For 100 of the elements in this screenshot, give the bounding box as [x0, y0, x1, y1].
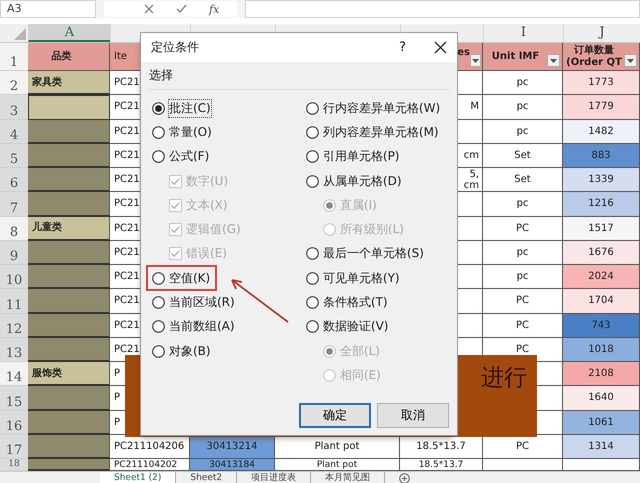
radio-button[interactable] — [306, 102, 319, 115]
filter-button[interactable] — [624, 54, 637, 67]
banner-text: 进行 — [481, 365, 527, 391]
table-cell: pc — [483, 265, 563, 290]
table-cell: pc — [483, 95, 563, 120]
dialog-title: 定位条件 — [151, 39, 200, 56]
table-cell: 儿童类 — [28, 216, 110, 241]
sheet-tab[interactable]: Sheet2 — [176, 472, 238, 483]
radio-button[interactable] — [306, 126, 319, 139]
column-header[interactable]: A — [28, 24, 110, 42]
filter-button[interactable] — [547, 54, 560, 67]
column-title: Unit IMF — [492, 50, 540, 62]
row-header[interactable]: 13 — [0, 338, 28, 362]
row-header[interactable]: 1 — [0, 43, 28, 71]
row-header[interactable]: 8 — [0, 216, 28, 241]
table-cell: 1018 — [563, 338, 640, 362]
row-header[interactable]: 2 — [0, 71, 28, 96]
table-cell: 883 — [563, 144, 640, 168]
radio-button[interactable] — [306, 296, 319, 310]
table-cell: 家具类 — [28, 71, 110, 96]
radio-option[interactable]: 最后一个单元格(S) — [302, 242, 424, 266]
table-cell: 2108 — [563, 362, 640, 386]
row-header[interactable]: 11 — [0, 289, 28, 314]
table-cell: 30413184 — [190, 459, 275, 471]
row-header[interactable]: 4 — [0, 120, 28, 144]
table-cell: 18.5*13.7 — [400, 459, 483, 471]
radio-option[interactable]: 引用单元格(P) — [302, 144, 400, 169]
row-header[interactable]: 16 — [0, 410, 28, 435]
radio-button[interactable] — [152, 272, 165, 285]
row-header[interactable]: 14 — [0, 362, 28, 386]
table-cell: 1482 — [563, 120, 640, 144]
caret-icon — [472, 58, 479, 62]
row-header[interactable]: 5 — [0, 144, 28, 168]
row-header[interactable]: 9 — [0, 240, 28, 265]
column-header[interactable]: I — [483, 24, 563, 42]
check-icon[interactable] — [176, 4, 187, 14]
add-sheet-icon[interactable] — [399, 473, 410, 483]
radio-option[interactable]: 条件格式(T) — [302, 290, 388, 315]
formula-field[interactable] — [245, 0, 640, 18]
table-cell: 1704 — [563, 289, 640, 314]
row-header[interactable]: 17 — [0, 434, 28, 459]
group-label: 选择 — [149, 67, 449, 90]
radio-button[interactable] — [152, 102, 165, 115]
caret-icon — [550, 58, 557, 62]
cancel-button[interactable]: 取消 — [377, 403, 449, 428]
row-header[interactable]: 15 — [0, 386, 28, 410]
table-cell: PC — [483, 289, 563, 314]
close-icon[interactable] — [434, 41, 447, 54]
radio-button[interactable] — [306, 150, 319, 164]
table-cell: 2024 — [563, 265, 640, 290]
table-cell: 1773 — [563, 71, 640, 96]
row-header[interactable]: 6 — [0, 168, 28, 192]
table-cell: 1779 — [563, 95, 640, 120]
radio-option[interactable]: 列内容差异单元格(M) — [302, 120, 439, 145]
caret-icon — [627, 58, 634, 62]
row-header[interactable]: 3 — [0, 95, 28, 120]
radio-button[interactable] — [152, 320, 165, 334]
ok-button[interactable]: 确定 — [299, 403, 371, 428]
cancel-icon[interactable] — [144, 4, 154, 14]
column-title: Ite — [114, 50, 128, 62]
column-header[interactable]: J — [563, 24, 640, 42]
table-cell: 1517 — [563, 216, 640, 241]
table-cell: 1339 — [563, 168, 640, 192]
table-cell: 1640 — [563, 386, 640, 410]
table-cell: Plant pot — [275, 459, 400, 471]
row-header[interactable]: 10 — [0, 265, 28, 290]
radio-button[interactable] — [152, 126, 165, 139]
name-box[interactable]: A3 — [0, 0, 96, 18]
radio-button[interactable] — [152, 296, 165, 310]
radio-option[interactable]: 从属单元格(D) — [302, 168, 402, 194]
table-cell: 1676 — [563, 240, 640, 265]
table-cell: Set — [483, 168, 563, 192]
radio-option[interactable]: 数据验证(V) — [302, 314, 388, 339]
sheet-tab[interactable]: 项目进度表 — [237, 472, 312, 483]
radio-button[interactable] — [306, 174, 319, 188]
radio-option[interactable]: 可见单元格(Y) — [302, 266, 400, 290]
column-title: 品类 — [52, 50, 72, 62]
radio-button[interactable] — [306, 247, 319, 260]
radio-button[interactable] — [306, 320, 319, 334]
filter-button[interactable] — [470, 54, 481, 67]
radio-button[interactable] — [306, 272, 319, 285]
radio-button[interactable] — [152, 344, 165, 358]
insert-function-button[interactable]: fx — [209, 2, 220, 16]
table-cell: Set — [483, 144, 563, 168]
sheet-tab[interactable]: 本月简见图 — [311, 472, 386, 483]
row-header[interactable]: 18 — [0, 459, 28, 471]
row-header[interactable]: 7 — [0, 192, 28, 216]
table-cell: PC211104202 — [110, 459, 190, 471]
table-cell: pc — [483, 71, 563, 96]
table-cell: PC — [483, 314, 563, 338]
table-cell: pc — [483, 192, 563, 216]
row-header[interactable]: 12 — [0, 314, 28, 338]
table-cell: 743 — [563, 314, 640, 338]
help-button[interactable]: ? — [399, 40, 406, 55]
sheet-tab[interactable]: Sheet1 (2) — [100, 472, 176, 483]
table-cell: 1216 — [563, 192, 640, 216]
table-cell: pc — [483, 240, 563, 265]
table-cell: 1061 — [563, 410, 640, 435]
table-cell: pc — [483, 120, 563, 144]
radio-button[interactable] — [152, 150, 165, 164]
